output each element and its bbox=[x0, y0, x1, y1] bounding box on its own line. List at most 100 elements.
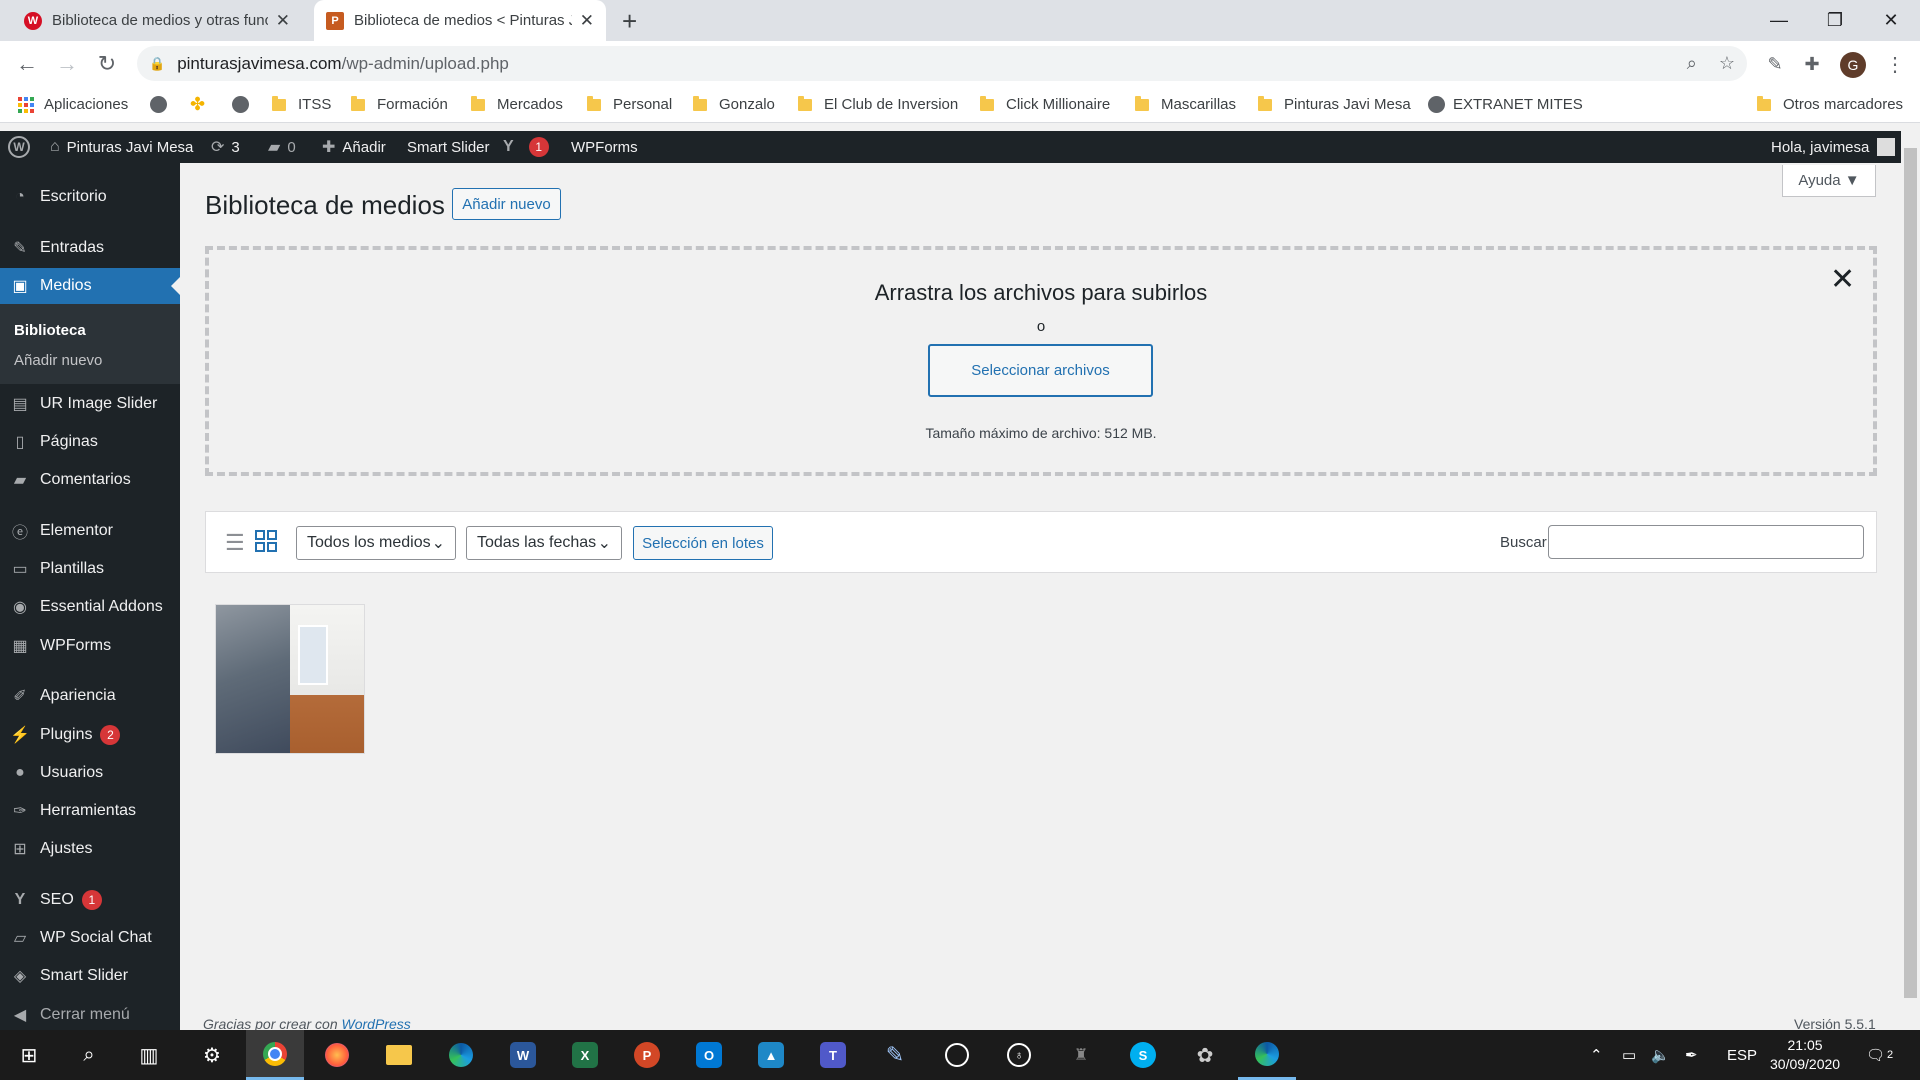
bookmark-click-millionaire[interactable]: Click Millionaire bbox=[980, 86, 1110, 123]
bookmark-itss[interactable]: ITSS bbox=[272, 86, 331, 123]
sidebar-item-entradas[interactable]: ✎ Entradas bbox=[0, 230, 180, 266]
profile-avatar[interactable]: G bbox=[1840, 52, 1866, 78]
sidebar-item-essential-addons[interactable]: ◉ Essential Addons bbox=[0, 589, 180, 625]
edge-taskbar-icon[interactable] bbox=[432, 1030, 490, 1080]
excel-taskbar-icon[interactable]: X bbox=[556, 1030, 614, 1080]
bookmark-pinturas-javi-mesa[interactable]: Pinturas Javi Mesa bbox=[1258, 86, 1411, 123]
back-arrow-icon[interactable]: ← bbox=[12, 49, 42, 79]
bookmark-globe-1[interactable] bbox=[150, 86, 175, 123]
sidebar-item-plugins[interactable]: ⚡ Plugins 2 bbox=[0, 717, 180, 753]
submenu-item-anadir-nuevo[interactable]: Añadir nuevo bbox=[14, 352, 102, 369]
language-indicator[interactable]: ESP bbox=[1727, 1030, 1757, 1080]
notifications-icon[interactable]: 🗨 2 bbox=[1866, 1030, 1893, 1080]
sidebar-item-wpforms[interactable]: ▦ WPForms bbox=[0, 628, 180, 664]
media-search-input[interactable] bbox=[1548, 525, 1864, 559]
wordpress-logo-icon[interactable]: W bbox=[8, 131, 30, 163]
bookmark-globe-2[interactable] bbox=[232, 86, 257, 123]
bookmark-mercados[interactable]: Mercados bbox=[471, 86, 563, 123]
sidebar-item-escritorio[interactable]: ◔ Escritorio bbox=[0, 179, 180, 215]
windows-start-icon[interactable]: ⊞ bbox=[0, 1030, 58, 1080]
bookmark-pinwheel[interactable]: ✤ bbox=[190, 86, 205, 123]
bookmark-gonzalo[interactable]: Gonzalo bbox=[693, 86, 775, 123]
browser-tab-2[interactable]: P Biblioteca de medios < Pinturas J ✕ bbox=[314, 0, 606, 41]
task-view-icon[interactable]: ▥ bbox=[120, 1030, 178, 1080]
add-new-media-button[interactable]: Añadir nuevo bbox=[452, 188, 561, 220]
adminbar-comments[interactable]: ▰ 0 bbox=[268, 131, 296, 163]
pen-icon[interactable]: ✒ bbox=[1685, 1030, 1698, 1080]
new-tab-button[interactable]: + bbox=[622, 6, 637, 37]
media-type-select[interactable]: Todos los medios ⌄ bbox=[296, 526, 456, 560]
puzzle-extensions-icon[interactable]: ✚ bbox=[1797, 49, 1827, 79]
sidebar-item-ur-image-slider[interactable]: ▤ UR Image Slider bbox=[0, 386, 180, 422]
sidebar-item-herramientas[interactable]: ✑ Herramientas bbox=[0, 793, 180, 829]
kebab-menu-icon[interactable]: ⋮ bbox=[1880, 49, 1910, 79]
help-tab-button[interactable]: Ayuda ▼ bbox=[1782, 165, 1876, 197]
volume-icon[interactable]: 🔈 bbox=[1651, 1030, 1670, 1080]
bulk-select-button[interactable]: Selección en lotes bbox=[633, 526, 773, 560]
sidebar-collapse-menu[interactable]: ◀ Cerrar menú bbox=[0, 997, 180, 1033]
list-view-icon[interactable]: ☰ bbox=[225, 530, 245, 556]
show-hidden-icons[interactable]: ⌃ bbox=[1590, 1030, 1603, 1080]
lightbulb-taskbar-icon[interactable]: ♁ bbox=[990, 1030, 1048, 1080]
sidebar-item-apariencia[interactable]: ✐ Apariencia bbox=[0, 678, 180, 714]
adminbar-wpforms[interactable]: WPForms bbox=[571, 131, 638, 163]
adminbar-add-new[interactable]: ✚ Añadir bbox=[322, 131, 386, 163]
adminbar-updates[interactable]: ⟳ 3 bbox=[211, 131, 240, 163]
date-filter-select[interactable]: Todas las fechas ⌄ bbox=[466, 526, 622, 560]
app-taskbar-icon[interactable]: ♜ bbox=[1052, 1030, 1110, 1080]
edge-beta-taskbar-icon[interactable] bbox=[1238, 1030, 1296, 1080]
sidebar-item-elementor[interactable]: ⓔ Elementor bbox=[0, 513, 180, 549]
forward-arrow-icon[interactable]: → bbox=[52, 49, 82, 79]
bookmark-formacion[interactable]: Formación bbox=[351, 86, 448, 123]
reload-icon[interactable]: ↻ bbox=[92, 49, 122, 79]
sidebar-item-ajustes[interactable]: ⊞ Ajustes bbox=[0, 831, 180, 867]
bookmark-personal[interactable]: Personal bbox=[587, 86, 672, 123]
chrome-taskbar-icon[interactable] bbox=[246, 1030, 304, 1080]
battery-icon[interactable]: ▭ bbox=[1622, 1030, 1636, 1080]
adminbar-smart-slider[interactable]: Smart Slider bbox=[407, 131, 490, 163]
adminbar-site-name[interactable]: ⌂ Pinturas Javi Mesa bbox=[50, 131, 193, 163]
obs-taskbar-icon[interactable] bbox=[928, 1030, 986, 1080]
paint3d-taskbar-icon[interactable]: ✿ bbox=[1176, 1030, 1234, 1080]
sidebar-item-plantillas[interactable]: ▭ Plantillas bbox=[0, 551, 180, 587]
sidebar-item-medios[interactable]: ▣ Medios bbox=[0, 268, 180, 304]
close-uploader-icon[interactable]: ✕ bbox=[1830, 262, 1855, 297]
media-thumbnail[interactable] bbox=[215, 604, 365, 754]
file-explorer-icon[interactable] bbox=[370, 1030, 428, 1080]
clock[interactable]: 21:05 30/09/2020 bbox=[1770, 1030, 1840, 1080]
maximize-button[interactable]: ❐ bbox=[1807, 0, 1863, 41]
sidebar-item-seo[interactable]: Y SEO 1 bbox=[0, 882, 180, 918]
bookmark-otros-marcadores[interactable]: Otros marcadores bbox=[1757, 86, 1903, 123]
star-bookmark-icon[interactable]: ☆ bbox=[1719, 53, 1735, 74]
teams-taskbar-icon[interactable]: T bbox=[804, 1030, 862, 1080]
grid-view-icon[interactable] bbox=[255, 530, 277, 552]
powerpoint-taskbar-icon[interactable]: P bbox=[618, 1030, 676, 1080]
settings-gear-icon[interactable]: ⚙ bbox=[183, 1030, 241, 1080]
firefox-taskbar-icon[interactable] bbox=[308, 1030, 366, 1080]
search-icon[interactable]: ⌕ bbox=[60, 1030, 118, 1080]
sidebar-item-comentarios[interactable]: ▰ Comentarios bbox=[0, 462, 180, 498]
scrollbar-thumb[interactable] bbox=[1904, 148, 1917, 998]
sidebar-item-usuarios[interactable]: ● Usuarios bbox=[0, 755, 180, 791]
extension-icon[interactable]: ✎ bbox=[1760, 49, 1790, 79]
sidebar-item-smart-slider[interactable]: ◈ Smart Slider bbox=[0, 958, 180, 994]
bookmark-extranet-mites[interactable]: EXTRANET MITES bbox=[1428, 86, 1583, 123]
outlook-taskbar-icon[interactable]: O bbox=[680, 1030, 738, 1080]
select-files-button[interactable]: Seleccionar archivos bbox=[928, 344, 1153, 397]
word-taskbar-icon[interactable]: W bbox=[494, 1030, 552, 1080]
address-bar[interactable]: 🔒 pinturasjavimesa.com/wp-admin/upload.p… bbox=[137, 46, 1747, 81]
close-tab-icon[interactable]: ✕ bbox=[276, 11, 290, 31]
adminbar-my-account[interactable]: Hola, javimesa bbox=[1771, 131, 1896, 163]
bookmark-apps[interactable]: Aplicaciones bbox=[18, 86, 128, 123]
submenu-item-biblioteca[interactable]: Biblioteca bbox=[14, 322, 86, 339]
sidebar-item-wp-social-chat[interactable]: ▱ WP Social Chat bbox=[0, 920, 180, 956]
minimize-button[interactable]: — bbox=[1751, 0, 1807, 41]
bookmark-mascarillas[interactable]: Mascarillas bbox=[1135, 86, 1236, 123]
skype-taskbar-icon[interactable]: S bbox=[1114, 1030, 1172, 1080]
close-tab-icon[interactable]: ✕ bbox=[580, 11, 594, 31]
browser-tab-1[interactable]: W Biblioteca de medios y otras func ✕ bbox=[12, 0, 302, 41]
bookmark-club-inversion[interactable]: El Club de Inversion bbox=[798, 86, 958, 123]
adminbar-yoast[interactable]: Y1 bbox=[503, 131, 549, 163]
sidebar-item-paginas[interactable]: ▯ Páginas bbox=[0, 424, 180, 460]
photos-taskbar-icon[interactable]: ▲ bbox=[742, 1030, 800, 1080]
